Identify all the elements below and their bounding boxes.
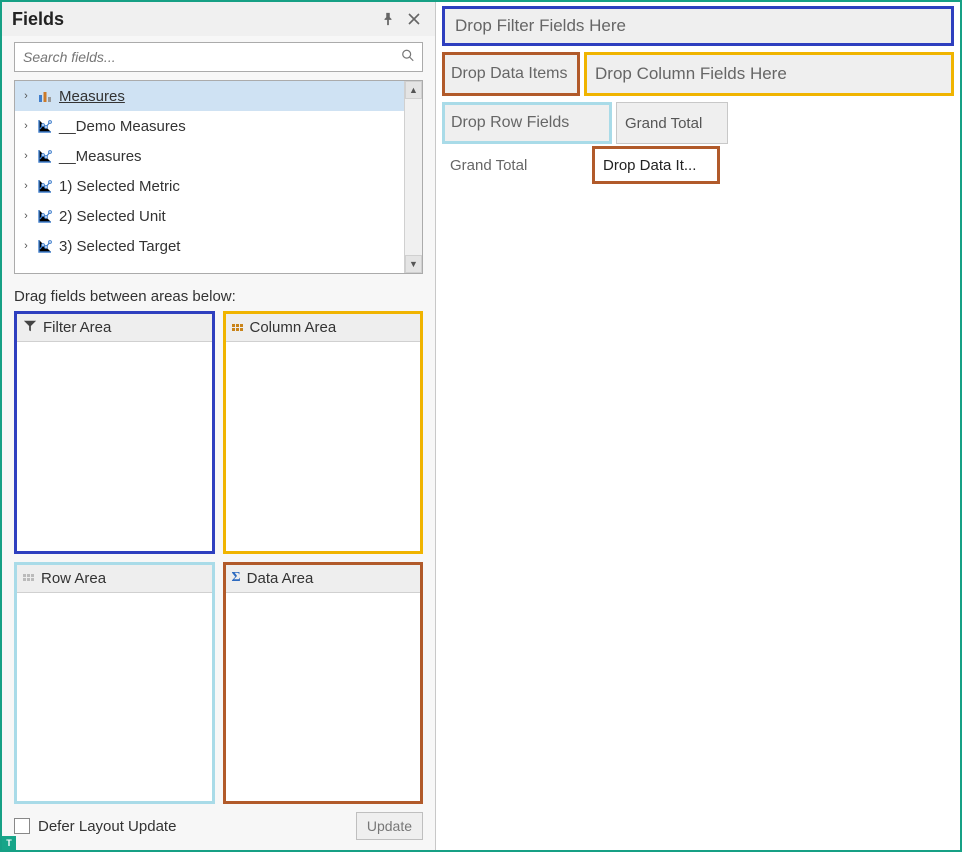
chart-icon [37, 118, 53, 134]
drop-row-fields-zone[interactable]: Drop Row Fields [442, 102, 612, 144]
chevron-right-icon[interactable]: › [21, 180, 31, 192]
tree-item[interactable]: › __Measures [15, 141, 404, 171]
data-area-label: Data Area [247, 570, 314, 587]
bars-icon [37, 88, 53, 104]
tree-item[interactable]: › __Demo Measures [15, 111, 404, 141]
tree-scrollbar[interactable]: ▲ ▼ [404, 81, 422, 273]
chart-icon [37, 208, 53, 224]
fields-header: Fields [2, 2, 435, 36]
corner-badge: T [2, 836, 16, 850]
areas-grid: Filter Area Column Area Row Area [14, 311, 423, 804]
scroll-up-icon[interactable]: ▲ [405, 81, 422, 99]
column-area[interactable]: Column Area [223, 311, 424, 554]
update-button[interactable]: Update [356, 812, 423, 840]
tree-item[interactable]: › 2) Selected Unit [15, 201, 404, 231]
fields-panel: Fields › Measures › __Demo Measures › __Measu… [2, 2, 436, 850]
tree-item-label: __Demo Measures [59, 118, 186, 135]
rows-icon [23, 574, 35, 582]
tree-item[interactable]: › 3) Selected Target [15, 231, 404, 261]
funnel-icon [23, 319, 37, 337]
tree-item-label: 1) Selected Metric [59, 178, 180, 195]
row-area-label: Row Area [41, 570, 106, 587]
tree-item[interactable]: › 1) Selected Metric [15, 171, 404, 201]
chevron-right-icon[interactable]: › [21, 150, 31, 162]
chevron-right-icon[interactable]: › [21, 120, 31, 132]
chart-icon [37, 148, 53, 164]
chart-icon [37, 238, 53, 254]
tree-item-label: Measures [59, 88, 125, 105]
tree-item[interactable]: › Measures [15, 81, 404, 111]
chevron-right-icon[interactable]: › [21, 240, 31, 252]
tree-item-label: __Measures [59, 148, 142, 165]
pivot-report: Drop Filter Fields Here Drop Data Items … [436, 2, 960, 850]
close-icon[interactable] [403, 8, 425, 30]
search-input[interactable] [14, 42, 423, 72]
grand-total-row-header: Grand Total [444, 146, 588, 184]
drop-filter-zone[interactable]: Drop Filter Fields Here [442, 6, 954, 46]
chart-icon [37, 178, 53, 194]
data-area[interactable]: Σ Data Area [223, 562, 424, 805]
columns-icon [232, 324, 244, 332]
row-area[interactable]: Row Area [14, 562, 215, 805]
drop-data-items-zone[interactable]: Drop Data Items [442, 52, 580, 96]
filter-area[interactable]: Filter Area [14, 311, 215, 554]
footer-row: Defer Layout Update Update [14, 812, 423, 840]
grand-total-column-header: Grand Total [616, 102, 728, 144]
column-area-label: Column Area [250, 319, 337, 336]
search-icon[interactable] [401, 49, 415, 66]
search-wrap [14, 42, 423, 72]
filter-area-label: Filter Area [43, 319, 111, 336]
drop-column-fields-zone[interactable]: Drop Column Fields Here [584, 52, 954, 96]
drop-data-cell[interactable]: Drop Data It... [592, 146, 720, 184]
pin-icon[interactable] [377, 8, 399, 30]
chevron-right-icon[interactable]: › [21, 210, 31, 222]
defer-label[interactable]: Defer Layout Update [38, 818, 348, 835]
panel-title: Fields [12, 9, 373, 30]
tree-item-label: 3) Selected Target [59, 238, 180, 255]
tree-item-label: 2) Selected Unit [59, 208, 166, 225]
defer-checkbox[interactable] [14, 818, 30, 834]
chevron-right-icon[interactable]: › [21, 90, 31, 102]
drag-fields-label: Drag fields between areas below: [14, 288, 423, 305]
fields-tree: › Measures › __Demo Measures › __Measures › 1) … [14, 80, 423, 274]
sigma-icon: Σ [232, 570, 241, 586]
scroll-down-icon[interactable]: ▼ [405, 255, 422, 273]
